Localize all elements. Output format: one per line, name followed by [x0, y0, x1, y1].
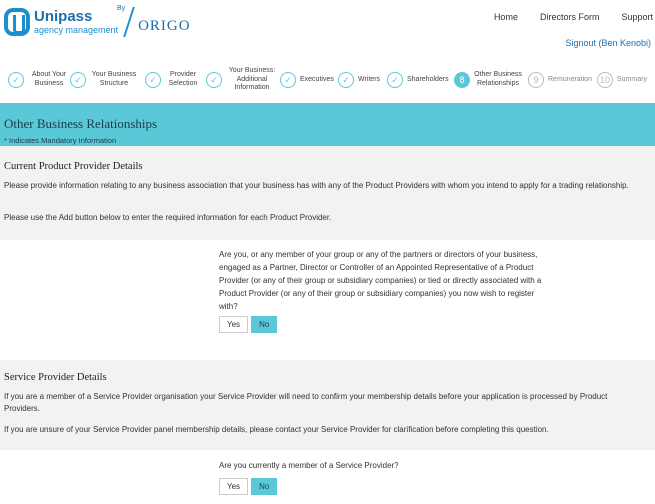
step-label: Writers — [358, 75, 381, 83]
header: Unipass agency management ORIGO By Home … — [0, 0, 655, 58]
current-provider-text-2: Please use the Add button below to enter… — [4, 213, 332, 222]
step-label: Remuneration — [548, 75, 592, 83]
step-label: Executives — [300, 75, 334, 83]
step-other-business-relationships[interactable]: 8 Other Business Relationships — [454, 62, 522, 98]
unipass-logo-icon — [4, 8, 30, 36]
step-label: Provider Selection — [168, 71, 198, 87]
logo-brand-name: Unipass — [34, 8, 93, 25]
step-label: Other Business Relationships — [474, 71, 522, 87]
step-number-badge: 9 — [528, 72, 544, 88]
service-provider-no-button[interactable]: No — [251, 478, 278, 495]
logo-by-text: By — [117, 5, 126, 12]
service-provider-yes-button[interactable]: Yes — [219, 478, 249, 495]
check-icon: ✓ — [387, 72, 403, 88]
top-navigation: Home Directors Form Support — [494, 12, 653, 22]
check-icon: ✓ — [145, 72, 161, 88]
step-executives[interactable]: ✓ Executives — [280, 62, 334, 98]
current-provider-text-1: Please provide information relating to a… — [4, 181, 629, 190]
step-remuneration[interactable]: 9 Remuneration — [528, 62, 592, 98]
current-provider-title: Current Product Provider Details — [4, 161, 143, 172]
service-provider-yes-no: Yes No — [219, 478, 278, 495]
current-provider-no-button[interactable]: No — [251, 316, 278, 333]
current-provider-question: Are you, or any member of your group or … — [219, 250, 542, 311]
step-your-business-structure[interactable]: ✓ Your Business Structure — [70, 62, 138, 98]
service-provider-title: Service Provider Details — [4, 372, 107, 383]
step-number-badge: 10 — [597, 72, 613, 88]
nav-home-link[interactable]: Home — [494, 12, 518, 22]
signout-link[interactable]: Signout (Ben Kenobi) — [565, 38, 651, 48]
step-number-badge: 8 — [454, 72, 470, 88]
unipass-logo[interactable]: Unipass agency management ORIGO — [4, 5, 191, 39]
current-provider-section: Current Product Provider Details Please … — [0, 146, 655, 240]
service-provider-text-1: If you are a member of a Service Provide… — [4, 392, 608, 413]
logo-tagline: agency management — [34, 25, 119, 35]
step-label: Your Business Structure — [91, 71, 137, 87]
mandatory-note: * Indicates Mandatory Information — [4, 136, 117, 145]
step-additional-information[interactable]: ✓ Your Business: Additional Information — [206, 62, 278, 98]
nav-directors-form-link[interactable]: Directors Form — [540, 12, 600, 22]
step-label: About Your Business — [31, 71, 67, 87]
service-provider-section: Service Provider Details If you are a me… — [0, 360, 655, 450]
step-about-your-business[interactable]: ✓ About Your Business — [8, 62, 70, 98]
step-label: Shareholders — [407, 75, 449, 83]
check-icon: ✓ — [280, 72, 296, 88]
origo-logo: ORIGO — [138, 17, 191, 34]
current-provider-yes-button[interactable]: Yes — [219, 316, 249, 333]
section-banner: Other Business Relationships * Indicates… — [0, 103, 655, 146]
logo-text: Unipass agency management — [34, 9, 118, 35]
service-provider-question: Are you currently a member of a Service … — [219, 461, 399, 470]
step-provider-selection[interactable]: ✓ Provider Selection — [145, 62, 201, 98]
current-provider-yes-no: Yes No — [219, 316, 278, 333]
progress-stepper: ✓ About Your Business ✓ Your Business St… — [0, 62, 655, 98]
check-icon: ✓ — [206, 72, 222, 88]
service-provider-text-2: If you are unsure of your Service Provid… — [4, 425, 549, 434]
check-icon: ✓ — [8, 72, 24, 88]
step-writers[interactable]: ✓ Writers — [338, 62, 380, 98]
step-label: Summary — [617, 75, 647, 83]
step-label: Your Business: Additional Information — [228, 66, 276, 92]
nav-support-link[interactable]: Support — [621, 12, 653, 22]
step-shareholders[interactable]: ✓ Shareholders — [387, 62, 449, 98]
step-summary[interactable]: 10 Summary — [597, 62, 647, 98]
check-icon: ✓ — [70, 72, 86, 88]
check-icon: ✓ — [338, 72, 354, 88]
page-title: Other Business Relationships — [4, 116, 158, 131]
